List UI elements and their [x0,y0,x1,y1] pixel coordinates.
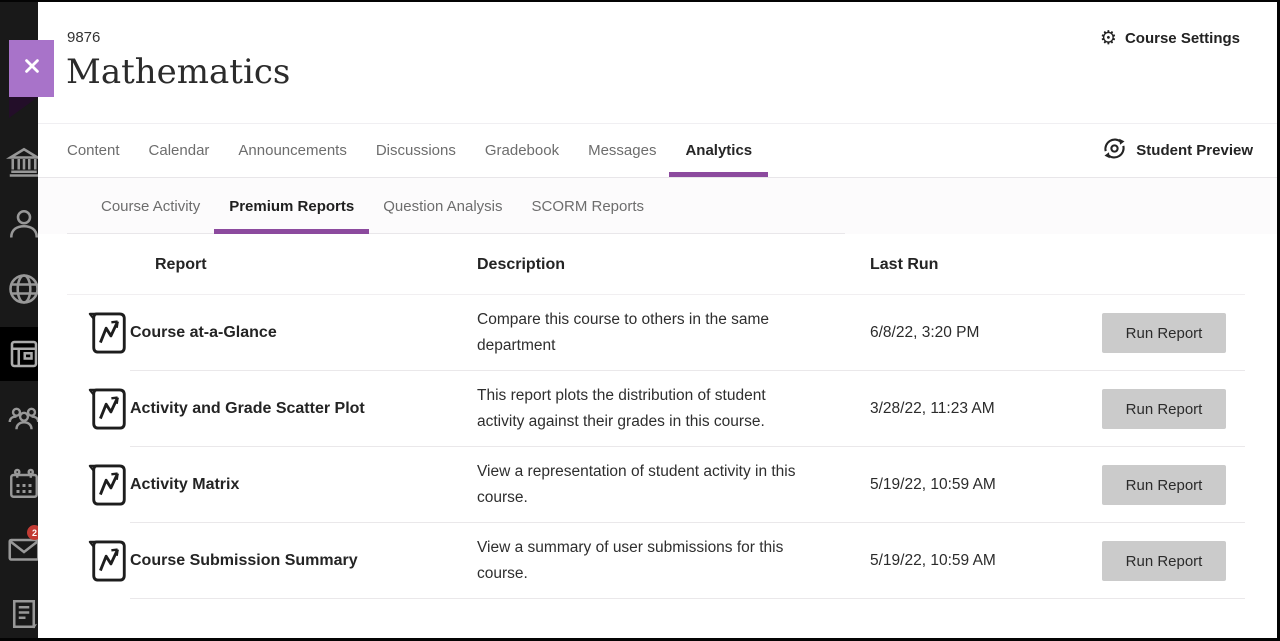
sidebar-item-profile[interactable] [6,206,38,242]
table-row: Activity Matrix View a representation of… [38,447,1277,523]
sidebar-item-tools[interactable] [6,271,38,307]
tab-content[interactable]: Content [67,124,120,177]
subtab-premium-reports[interactable]: Premium Reports [229,178,354,234]
column-header-report: Report [130,256,477,274]
course-nav-tabs: Content Calendar Announcements Discussio… [38,124,1277,178]
courses-icon [6,336,38,372]
calendar-icon [6,466,38,502]
profile-icon [6,206,38,242]
report-chart-icon [88,385,130,433]
run-report-button[interactable]: Run Report [1102,389,1226,429]
course-settings-button[interactable]: ⚙ Course Settings [1100,29,1240,48]
grades-icon [6,596,38,632]
close-course-button[interactable] [9,40,54,97]
report-last-run: 3/28/22, 11:23 AM [870,400,1102,418]
tab-announcements[interactable]: Announcements [238,124,346,177]
sidebar-item-courses[interactable] [6,336,38,372]
report-last-run: 5/19/22, 10:59 AM [870,476,1102,494]
report-last-run: 6/8/22, 3:20 PM [870,324,1102,342]
course-id: 9876 [67,29,100,46]
sidebar-item-grades[interactable] [6,596,38,632]
report-name[interactable]: Activity Matrix [130,476,477,494]
close-icon [19,53,45,84]
sidebar-item-messages[interactable]: 2 [6,531,38,567]
subtab-scorm-reports[interactable]: SCORM Reports [531,178,644,234]
gear-icon: ⚙ [1100,29,1117,48]
subtab-course-activity[interactable]: Course Activity [101,178,200,234]
report-last-run: 5/19/22, 10:59 AM [870,552,1102,570]
subtab-question-analysis[interactable]: Question Analysis [383,178,502,234]
tab-messages[interactable]: Messages [588,124,656,177]
course-settings-label: Course Settings [1125,30,1240,47]
tab-gradebook[interactable]: Gradebook [485,124,559,177]
report-description: View a representation of student activit… [477,459,870,511]
report-chart-icon [88,309,130,357]
report-description: This report plots the distribution of st… [477,383,870,435]
course-header: 9876 Mathematics ⚙ Course Settings [38,2,1277,124]
sidebar-item-groups[interactable] [6,401,38,437]
course-content: 9876 Mathematics ⚙ Course Settings Conte… [38,2,1277,638]
groups-icon [6,401,38,437]
messages-badge: 2 [27,525,38,540]
reports-table: Report Description Last Run Course at-a-… [38,234,1277,599]
sidebar-item-calendar[interactable] [6,466,38,502]
column-header-last-run: Last Run [870,256,1102,274]
table-row: Course Submission Summary View a summary… [38,523,1277,599]
tab-calendar[interactable]: Calendar [149,124,210,177]
report-name[interactable]: Course at-a-Glance [130,324,477,342]
tab-discussions[interactable]: Discussions [376,124,456,177]
app-window: 2 9876 Mathematics ⚙ Course Settings Con… [0,0,1280,641]
report-description: View a summary of user submissions for t… [477,535,870,587]
analytics-sub-tabs: Course Activity Premium Reports Question… [38,178,1277,234]
report-description: Compare this course to others in the sam… [477,307,870,359]
report-chart-icon [88,537,130,585]
table-header-row: Report Description Last Run [38,234,1277,295]
run-report-button[interactable]: Run Report [1102,465,1226,505]
page-title: Mathematics [66,52,290,92]
table-row: Activity and Grade Scatter Plot This rep… [38,371,1277,447]
institution-icon [6,144,38,180]
sidebar-item-institution[interactable] [6,144,38,180]
run-report-button[interactable]: Run Report [1102,541,1226,581]
run-report-button[interactable]: Run Report [1102,313,1226,353]
student-preview-label: Student Preview [1136,142,1253,159]
globe-icon [6,271,38,307]
report-name[interactable]: Course Submission Summary [130,552,477,570]
student-preview-icon [1102,136,1127,166]
column-header-description: Description [477,256,870,274]
report-chart-icon [88,461,130,509]
student-preview-button[interactable]: Student Preview [1102,124,1253,177]
table-row: Course at-a-Glance Compare this course t… [38,295,1277,371]
report-name[interactable]: Activity and Grade Scatter Plot [130,400,477,418]
tab-analytics[interactable]: Analytics [685,124,752,177]
